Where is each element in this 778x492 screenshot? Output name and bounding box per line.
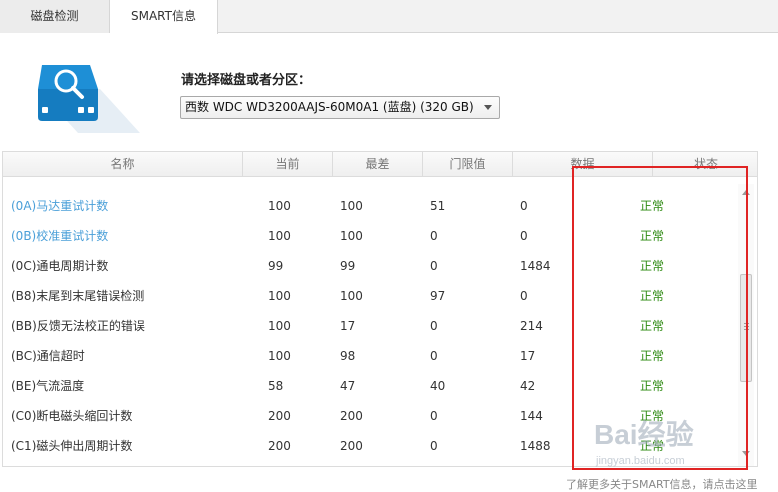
row-threshold: 0	[430, 259, 438, 273]
row-threshold: 0	[430, 229, 438, 243]
row-threshold: 0	[430, 349, 438, 363]
row-threshold: 0	[430, 409, 438, 423]
table-row[interactable]: (C0)断电磁头缩回计数 200 200 0 144 正常	[3, 401, 743, 431]
row-worst: 100	[340, 289, 363, 303]
row-data: 1488	[520, 439, 551, 453]
row-status: 正常	[640, 409, 665, 423]
row-name: (BE)气流温度	[11, 379, 85, 393]
table-row[interactable]: (C1)磁头伸出周期计数 200 200 0 1488 正常	[3, 431, 743, 461]
row-name: (B8)末尾到末尾错误检测	[11, 289, 145, 303]
row-current: 58	[268, 379, 284, 393]
table-row[interactable]: (B8)末尾到末尾错误检测 100 100 97 0 正常	[3, 281, 743, 311]
column-header-current[interactable]: 当前	[243, 152, 333, 176]
row-name: (BC)通信超时	[11, 349, 85, 363]
row-status: 正常	[640, 379, 665, 393]
column-header-data[interactable]: 数据	[513, 152, 653, 176]
scroll-down-arrow-icon[interactable]	[742, 451, 750, 456]
row-worst: 200	[340, 439, 363, 453]
row-data: 0	[520, 229, 528, 243]
row-worst: 98	[340, 349, 356, 363]
row-name: (0C)通电周期计数	[11, 259, 109, 273]
row-name: (C1)磁头伸出周期计数	[11, 439, 133, 453]
row-name: (BB)反馈无法校正的错误	[11, 319, 145, 333]
scrollbar-thumb[interactable]	[740, 274, 752, 382]
column-header-name[interactable]: 名称	[3, 152, 243, 176]
row-current: 100	[268, 289, 291, 303]
disk-select-label: 请选择磁盘或者分区：	[181, 73, 312, 88]
row-threshold: 0	[430, 319, 438, 333]
row-worst: 200	[340, 409, 363, 423]
table-scrollbar[interactable]	[738, 184, 754, 466]
table-row[interactable]: (0A)马达重试计数 100 100 51 0 正常	[3, 191, 743, 221]
row-worst: 100	[340, 229, 363, 243]
row-data: 1484	[520, 259, 551, 273]
scroll-up-arrow-icon[interactable]	[742, 190, 750, 195]
disk-select-dropdown[interactable]: 西数 WDC WD3200AAJS-60M0A1 (蓝盘) (320 GB)	[180, 96, 500, 119]
row-threshold: 51	[430, 199, 446, 213]
row-status: 正常	[640, 229, 665, 243]
row-data: 42	[520, 379, 536, 393]
disk-select-value: 西数 WDC WD3200AAJS-60M0A1 (蓝盘) (320 GB)	[185, 100, 474, 114]
table-header: 名称 当前 最差 门限值 数据 状态	[3, 152, 757, 177]
table-row[interactable]: (BB)反馈无法校正的错误 100 17 0 214 正常	[3, 311, 743, 341]
tab-disk-check[interactable]: 磁盘检测	[0, 0, 110, 33]
row-data: 0	[520, 199, 528, 213]
row-name: (C0)断电磁头缩回计数	[11, 409, 133, 423]
row-name: (0B)校准重试计数	[11, 229, 109, 243]
row-current: 100	[268, 349, 291, 363]
chevron-down-icon[interactable]	[484, 105, 492, 110]
row-data: 17	[520, 349, 536, 363]
smart-info-help-link[interactable]: 了解更多关于SMART信息，请点击这里	[566, 476, 758, 492]
row-status: 正常	[640, 349, 665, 363]
row-worst: 99	[340, 259, 356, 273]
row-current: 100	[268, 319, 291, 333]
row-worst: 47	[340, 379, 356, 393]
row-name: (0A)马达重试计数	[11, 199, 109, 213]
row-status: 正常	[640, 289, 665, 303]
row-threshold: 97	[430, 289, 446, 303]
tab-bar: 磁盘检测 SMART信息	[0, 0, 778, 34]
row-status: 正常	[640, 439, 665, 453]
column-header-worst[interactable]: 最差	[333, 152, 423, 176]
table-row[interactable]: (0C)通电周期计数 99 99 0 1484 正常	[3, 251, 743, 281]
column-header-threshold[interactable]: 门限值	[423, 152, 513, 176]
row-data: 144	[520, 409, 543, 423]
row-data: 214	[520, 319, 543, 333]
row-worst: 17	[340, 319, 356, 333]
hard-disk-icon	[38, 65, 140, 133]
table-row[interactable]: (0B)校准重试计数 100 100 0 0 正常	[3, 221, 743, 251]
row-threshold: 0	[430, 439, 438, 453]
tab-smart-info[interactable]: SMART信息	[110, 0, 218, 34]
row-current: 200	[268, 409, 291, 423]
row-threshold: 40	[430, 379, 446, 393]
smart-table: 名称 当前 最差 门限值 数据 状态 (0A)马达重试计数 100 100 51…	[2, 151, 758, 467]
row-status: 正常	[640, 199, 665, 213]
row-current: 200	[268, 439, 291, 453]
table-row[interactable]: (BE)气流温度 58 47 40 42 正常	[3, 371, 743, 401]
row-current: 100	[268, 229, 291, 243]
row-current: 100	[268, 199, 291, 213]
row-status: 正常	[640, 259, 665, 273]
grip-icon	[744, 323, 749, 324]
row-current: 99	[268, 259, 284, 273]
row-data: 0	[520, 289, 528, 303]
table-row[interactable]: (BC)通信超时 100 98 0 17 正常	[3, 341, 743, 371]
column-header-status[interactable]: 状态	[653, 152, 757, 176]
row-status: 正常	[640, 319, 665, 333]
row-worst: 100	[340, 199, 363, 213]
